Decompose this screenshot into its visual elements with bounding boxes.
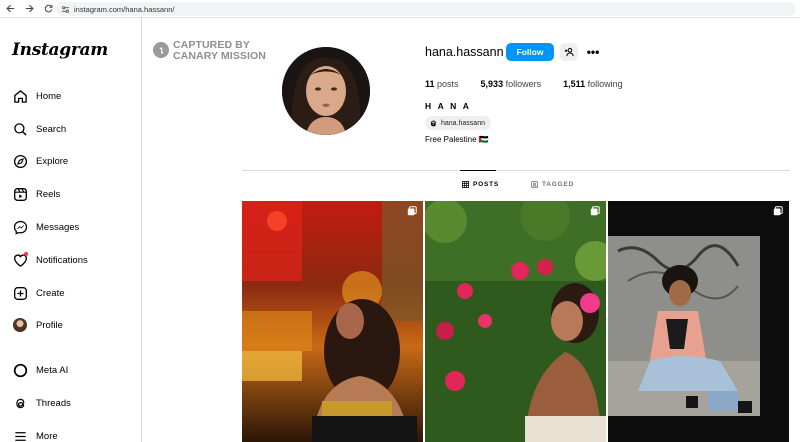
sidebar-item-home[interactable]: Home [12,86,61,106]
profile-bio: Free Palestine 🇵🇸 [425,135,489,144]
reload-icon [44,4,52,13]
home-icon [12,88,28,104]
arrow-left-icon [5,4,14,13]
post-thumbnail[interactable] [242,201,423,442]
followers-count-value: 5,933 [480,79,504,89]
meta-ai-icon [12,362,28,378]
profile-picture[interactable] [282,47,370,135]
sidebar-item-label: Profile [36,319,63,331]
site-info-icon[interactable] [61,5,70,14]
threads-icon [12,395,28,411]
sidebar-item-label: Meta AI [36,364,69,376]
following-count-label: following [587,79,623,89]
forward-button[interactable] [20,0,38,18]
tab-posts-label: POSTS [473,181,500,188]
sidebar-item-label: More [36,430,58,442]
sidebar-item-reels[interactable]: Reels [12,184,60,204]
watermark-text: CAPTURED BY CANARY MISSION [173,40,266,62]
profile-stats: 11 posts 5,933 followers 1,511 following [425,79,645,89]
followers-count[interactable]: 5,933 followers [481,79,542,89]
profile-full-name: H A N A [425,101,472,111]
add-person-icon [564,47,574,57]
profile-avatar-icon [12,317,28,333]
tab-posts[interactable]: POSTS [462,181,499,188]
following-count-value: 1,511 [563,79,586,89]
sidebar-item-label: Explore [36,155,69,167]
sidebar-item-meta-ai[interactable]: Meta AI [12,360,68,380]
sidebar-item-search[interactable]: Search [12,119,66,139]
carousel-icon [590,206,600,216]
canary-mission-watermark: CAPTURED BY CANARY MISSION [153,40,266,62]
address-bar[interactable]: instagram.com/hana.hassann/ [56,2,796,16]
sidebar-item-label: Create [36,287,65,299]
carousel-icon [773,206,783,216]
avatar [13,318,27,332]
post-image-restaurant [242,201,423,442]
followers-count-label: followers [505,79,542,89]
threads-icon [430,120,436,126]
sidebar-item-label: Notifications [36,254,88,266]
following-count[interactable]: 1,511 following [563,79,623,89]
sidebar-item-threads[interactable]: Threads [12,393,71,413]
watermark-line2: CANARY MISSION [173,50,266,62]
reload-button[interactable] [39,0,57,18]
sidebar-item-label: Search [36,123,67,135]
post-image-street [608,201,789,442]
sidebar-item-label: Threads [36,397,71,409]
profile-photo [282,47,370,135]
notification-dot [24,252,28,256]
heart-icon [12,252,28,268]
active-tab-indicator [460,170,496,171]
follow-button[interactable]: Follow [506,43,554,61]
threads-handle: hana.hassann [441,119,485,127]
canary-logo-icon [153,42,169,58]
messenger-icon [12,219,28,235]
menu-icon [12,428,28,442]
grid-icon [462,181,469,188]
search-icon [12,121,28,137]
options-button[interactable]: ••• [585,45,601,59]
compass-icon [12,153,28,169]
suggested-users-button[interactable] [560,43,578,61]
carousel-icon [407,206,417,216]
sidebar: Instagram Home Search Explore Reels Mess… [0,18,142,442]
posts-count-label: posts [437,79,459,89]
sidebar-item-explore[interactable]: Explore [12,151,68,171]
posts-count-value: 11 [425,79,435,89]
plus-square-icon [12,285,28,301]
sidebar-item-create[interactable]: Create [12,283,65,303]
tagged-icon [531,181,538,188]
post-thumbnail[interactable] [608,201,789,442]
instagram-logo[interactable]: Instagram [12,40,108,60]
back-button[interactable] [1,0,19,18]
sidebar-item-more[interactable]: More [12,426,58,442]
sidebar-item-label: Messages [36,221,80,233]
sidebar-item-notifications[interactable]: Notifications [12,250,88,270]
url-text: instagram.com/hana.hassann/ [74,4,175,14]
sidebar-item-profile[interactable]: Profile [12,315,63,335]
profile-username: hana.hassann [425,45,504,59]
browser-toolbar: instagram.com/hana.hassann/ [0,0,800,18]
tab-tagged-label: TAGGED [542,181,575,188]
arrow-right-icon [25,4,34,13]
posts-count: 11 posts [425,79,459,89]
sidebar-item-label: Home [36,90,62,102]
post-image-flowers [425,201,606,442]
sidebar-item-messages[interactable]: Messages [12,217,79,237]
sidebar-item-label: Reels [36,188,61,200]
post-thumbnail[interactable] [425,201,606,442]
tab-tagged[interactable]: TAGGED [531,181,574,188]
threads-link[interactable]: hana.hassann [425,116,491,130]
tabs-divider [242,170,790,171]
reels-icon [12,186,28,202]
